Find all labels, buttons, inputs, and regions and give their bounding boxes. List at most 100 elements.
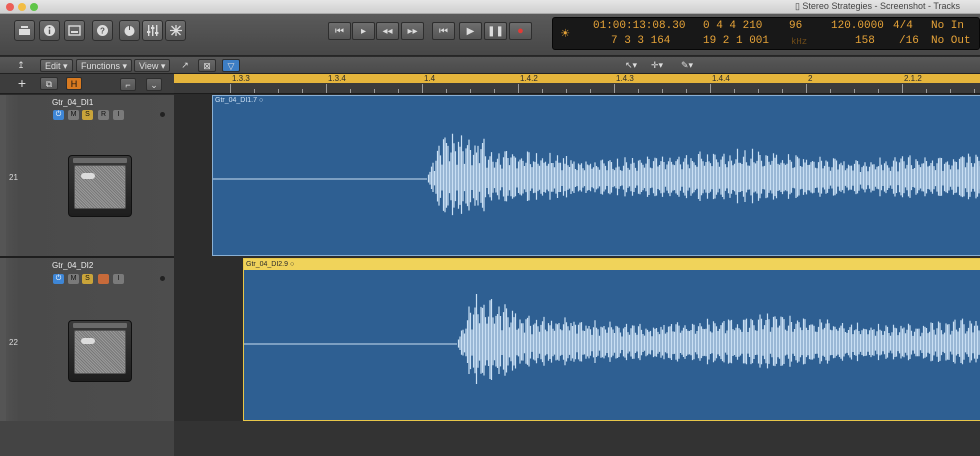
ruler-subtick [734, 89, 735, 93]
record-enable-button[interactable]: R [98, 110, 109, 120]
ruler-label: 1.4 [424, 74, 436, 83]
play-button[interactable]: ▶ [459, 22, 482, 40]
inspector-button[interactable] [39, 20, 60, 41]
solo-button[interactable]: S [82, 274, 93, 284]
up-arrow-icon: ↥ [17, 60, 25, 70]
play-from-selection-button[interactable]: ▸ [352, 22, 375, 40]
mute-button[interactable]: M [68, 274, 79, 284]
ruler-tick [902, 84, 903, 93]
track-on-button[interactable]: ⏻ [53, 274, 64, 284]
power-icon: ⏻ [55, 275, 62, 282]
hide-icon: H [70, 79, 78, 89]
rewind-button[interactable]: ◂◂ [376, 22, 399, 40]
pointer-tool[interactable]: ↖▾ [624, 59, 638, 72]
editors-button[interactable] [165, 20, 186, 41]
minimize-window-button[interactable] [18, 3, 26, 11]
close-window-button[interactable] [6, 3, 14, 11]
svg-text:?: ? [100, 27, 105, 36]
record-icon: ● [517, 25, 524, 37]
ruler-label: 2.1.2 [904, 74, 922, 83]
help-icon: ? [97, 25, 108, 36]
mute-button[interactable]: M [68, 110, 79, 120]
input-monitor-button[interactable]: I [113, 110, 124, 120]
pause-button[interactable]: ❚❚ [484, 22, 507, 40]
catch-button[interactable]: ↗ [178, 59, 192, 72]
ruler-label: 1.4.3 [616, 74, 634, 83]
track-header-22[interactable]: 22 Gtr_04_DI2 ⏻ M S I [0, 258, 174, 421]
lcd-signature: 4/4 [893, 20, 913, 32]
edit-menu[interactable]: Edit ▾ [40, 59, 73, 72]
audio-region-1[interactable]: Gtr_04_DI1.7 ○ [212, 95, 980, 256]
catch-icon: ↗ [181, 60, 189, 70]
track-list-empty [0, 421, 174, 456]
track-header-21[interactable]: 21 Gtr_04_DI1 ⏻ M S R I [0, 95, 174, 256]
track-name[interactable]: Gtr_04_DI2 [52, 261, 93, 270]
ruler-subtick [350, 89, 351, 93]
ruler-subtick [446, 89, 447, 93]
zoom-vertical-button[interactable]: ⌐ [120, 78, 136, 91]
ruler-tick [326, 84, 327, 93]
ruler-subtick [494, 89, 495, 93]
add-track-button[interactable]: + [14, 75, 30, 91]
ruler-subtick [278, 89, 279, 93]
skip-back-icon: ⏮ [439, 25, 448, 37]
record-enable-button[interactable] [98, 274, 109, 284]
ruler-subtick [374, 89, 375, 93]
library-button[interactable] [14, 20, 35, 41]
flex-view-button[interactable]: ⊠ [198, 59, 216, 72]
info-icon [44, 25, 55, 36]
title-bar: ▯ Stereo Strategies - Screenshot - Track… [0, 0, 980, 14]
ruler-tick [518, 84, 519, 93]
hide-button[interactable]: H [66, 77, 82, 90]
go-to-beginning-button[interactable]: ⏮ [328, 22, 351, 40]
tracks-area[interactable]: Gtr_04_DI1.7 ○ Gtr_04_DI2.9 ○ [174, 95, 980, 456]
help-button[interactable]: ? [92, 20, 113, 41]
functions-menu[interactable]: Functions ▾ [76, 59, 133, 72]
tracks-empty-area[interactable] [174, 421, 980, 456]
ruler-label: 1.4.4 [712, 74, 730, 83]
ruler-label: 1.4.2 [520, 74, 538, 83]
input-monitor-button[interactable]: I [113, 274, 124, 284]
filter-button[interactable]: ▽ [222, 59, 240, 72]
ruler-tick [422, 84, 423, 93]
rewind-icon: ◂◂ [382, 25, 393, 37]
duplicate-track-button[interactable]: ⧉ [40, 77, 58, 90]
ruler-subtick [542, 89, 543, 93]
ruler-subtick [302, 89, 303, 93]
ruler-subtick [878, 89, 879, 93]
previous-button[interactable]: ⏮ [432, 22, 455, 40]
track-list-header: + ⧉ H ⌐ ⌄ [0, 74, 174, 94]
mixer-icon [147, 25, 159, 36]
ruler-subtick [782, 89, 783, 93]
ruler-tick [806, 84, 807, 93]
track-on-button[interactable]: ⏻ [53, 110, 64, 120]
mixer-button[interactable] [142, 20, 163, 41]
lcd-bars: 0 4 4 210 [703, 20, 763, 32]
solo-button[interactable]: S [82, 110, 93, 120]
audio-region-2[interactable]: Gtr_04_DI2.9 ○ [243, 258, 980, 421]
secondary-tool[interactable]: ✛▾ [650, 59, 664, 72]
lcd-midi-out: No Out [931, 35, 971, 47]
collapse-button[interactable]: ⌄ [146, 78, 162, 91]
lcd-display[interactable]: ☀ 01:00:13:08.30 0 4 4 210 96 120.0000 4… [552, 17, 980, 50]
toolbar-button[interactable] [64, 20, 85, 41]
go-to-beginning-icon: ⏮ [335, 25, 344, 37]
back-arrow-button[interactable]: ↥ [14, 59, 28, 72]
command-tool[interactable]: ✎▾ [680, 59, 694, 72]
waveform-peaks [427, 133, 980, 216]
chevron-down-icon: ⌄ [150, 80, 158, 90]
track-name[interactable]: Gtr_04_DI1 [52, 98, 93, 107]
fast-forward-icon: ▸▸ [407, 25, 418, 37]
waveform-1 [213, 133, 980, 216]
record-button[interactable]: ● [509, 22, 532, 40]
smart-controls-button[interactable] [119, 20, 140, 41]
plus-icon: + [17, 75, 27, 91]
fast-forward-button[interactable]: ▸▸ [401, 22, 424, 40]
zoom-window-button[interactable] [30, 3, 38, 11]
timeline-ruler[interactable]: 1.3.3 1.3.4 1.4 1.4.2 1.4.3 1.4.4 2 2.1.2 [174, 74, 980, 94]
lcd-khz: kHz [791, 37, 808, 47]
cycle-range[interactable] [174, 74, 980, 83]
pause-icon: ❚❚ [487, 25, 504, 37]
view-menu[interactable]: View ▾ [134, 59, 171, 72]
ruler-subtick [926, 89, 927, 93]
